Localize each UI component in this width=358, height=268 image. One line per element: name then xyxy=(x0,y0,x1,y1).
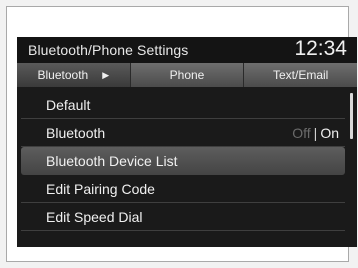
page-title: Bluetooth/Phone Settings xyxy=(28,42,189,58)
list-item-edit-pairing-code[interactable]: Edit Pairing Code xyxy=(21,175,345,203)
list-item-label: Edit Pairing Code xyxy=(46,181,155,197)
toggle-on-label: On xyxy=(320,125,339,141)
settings-screen: Bluetooth/Phone Settings 12:34 Bluetooth… xyxy=(17,37,357,247)
toggle-separator: | xyxy=(313,125,318,141)
tab-label: Phone xyxy=(169,68,205,82)
tab-label: Text/Email xyxy=(273,68,329,82)
clock: 12:34 xyxy=(294,37,347,60)
settings-list: Default Bluetooth Off | On Bluetooth Devic… xyxy=(17,91,349,231)
list-item-bluetooth-device-list[interactable]: Bluetooth Device List xyxy=(21,147,345,175)
list-item-label: Default xyxy=(46,97,91,113)
list-item-label: Bluetooth xyxy=(46,125,106,141)
tab-text-email[interactable]: Text/Email xyxy=(244,63,357,87)
list-item-label: Bluetooth Device List xyxy=(46,153,178,169)
tab-bar: Bluetooth ▶ Phone Text/Email xyxy=(17,63,357,87)
bluetooth-toggle[interactable]: Off | On xyxy=(292,125,339,141)
list-item-label: Edit Speed Dial xyxy=(46,209,143,225)
tab-phone[interactable]: Phone xyxy=(130,63,245,87)
list-item-bluetooth[interactable]: Bluetooth Off | On xyxy=(21,119,345,147)
scrollbar[interactable] xyxy=(350,93,353,139)
list-item-default[interactable]: Default xyxy=(21,91,345,119)
screen-header: Bluetooth/Phone Settings 12:34 xyxy=(17,37,357,63)
list-item-edit-speed-dial[interactable]: Edit Speed Dial xyxy=(21,203,345,231)
play-arrow-icon: ▶ xyxy=(102,69,110,80)
tab-bluetooth[interactable]: Bluetooth ▶ xyxy=(17,63,131,87)
toggle-off-label: Off xyxy=(292,125,311,141)
tab-label: Bluetooth xyxy=(37,68,89,82)
